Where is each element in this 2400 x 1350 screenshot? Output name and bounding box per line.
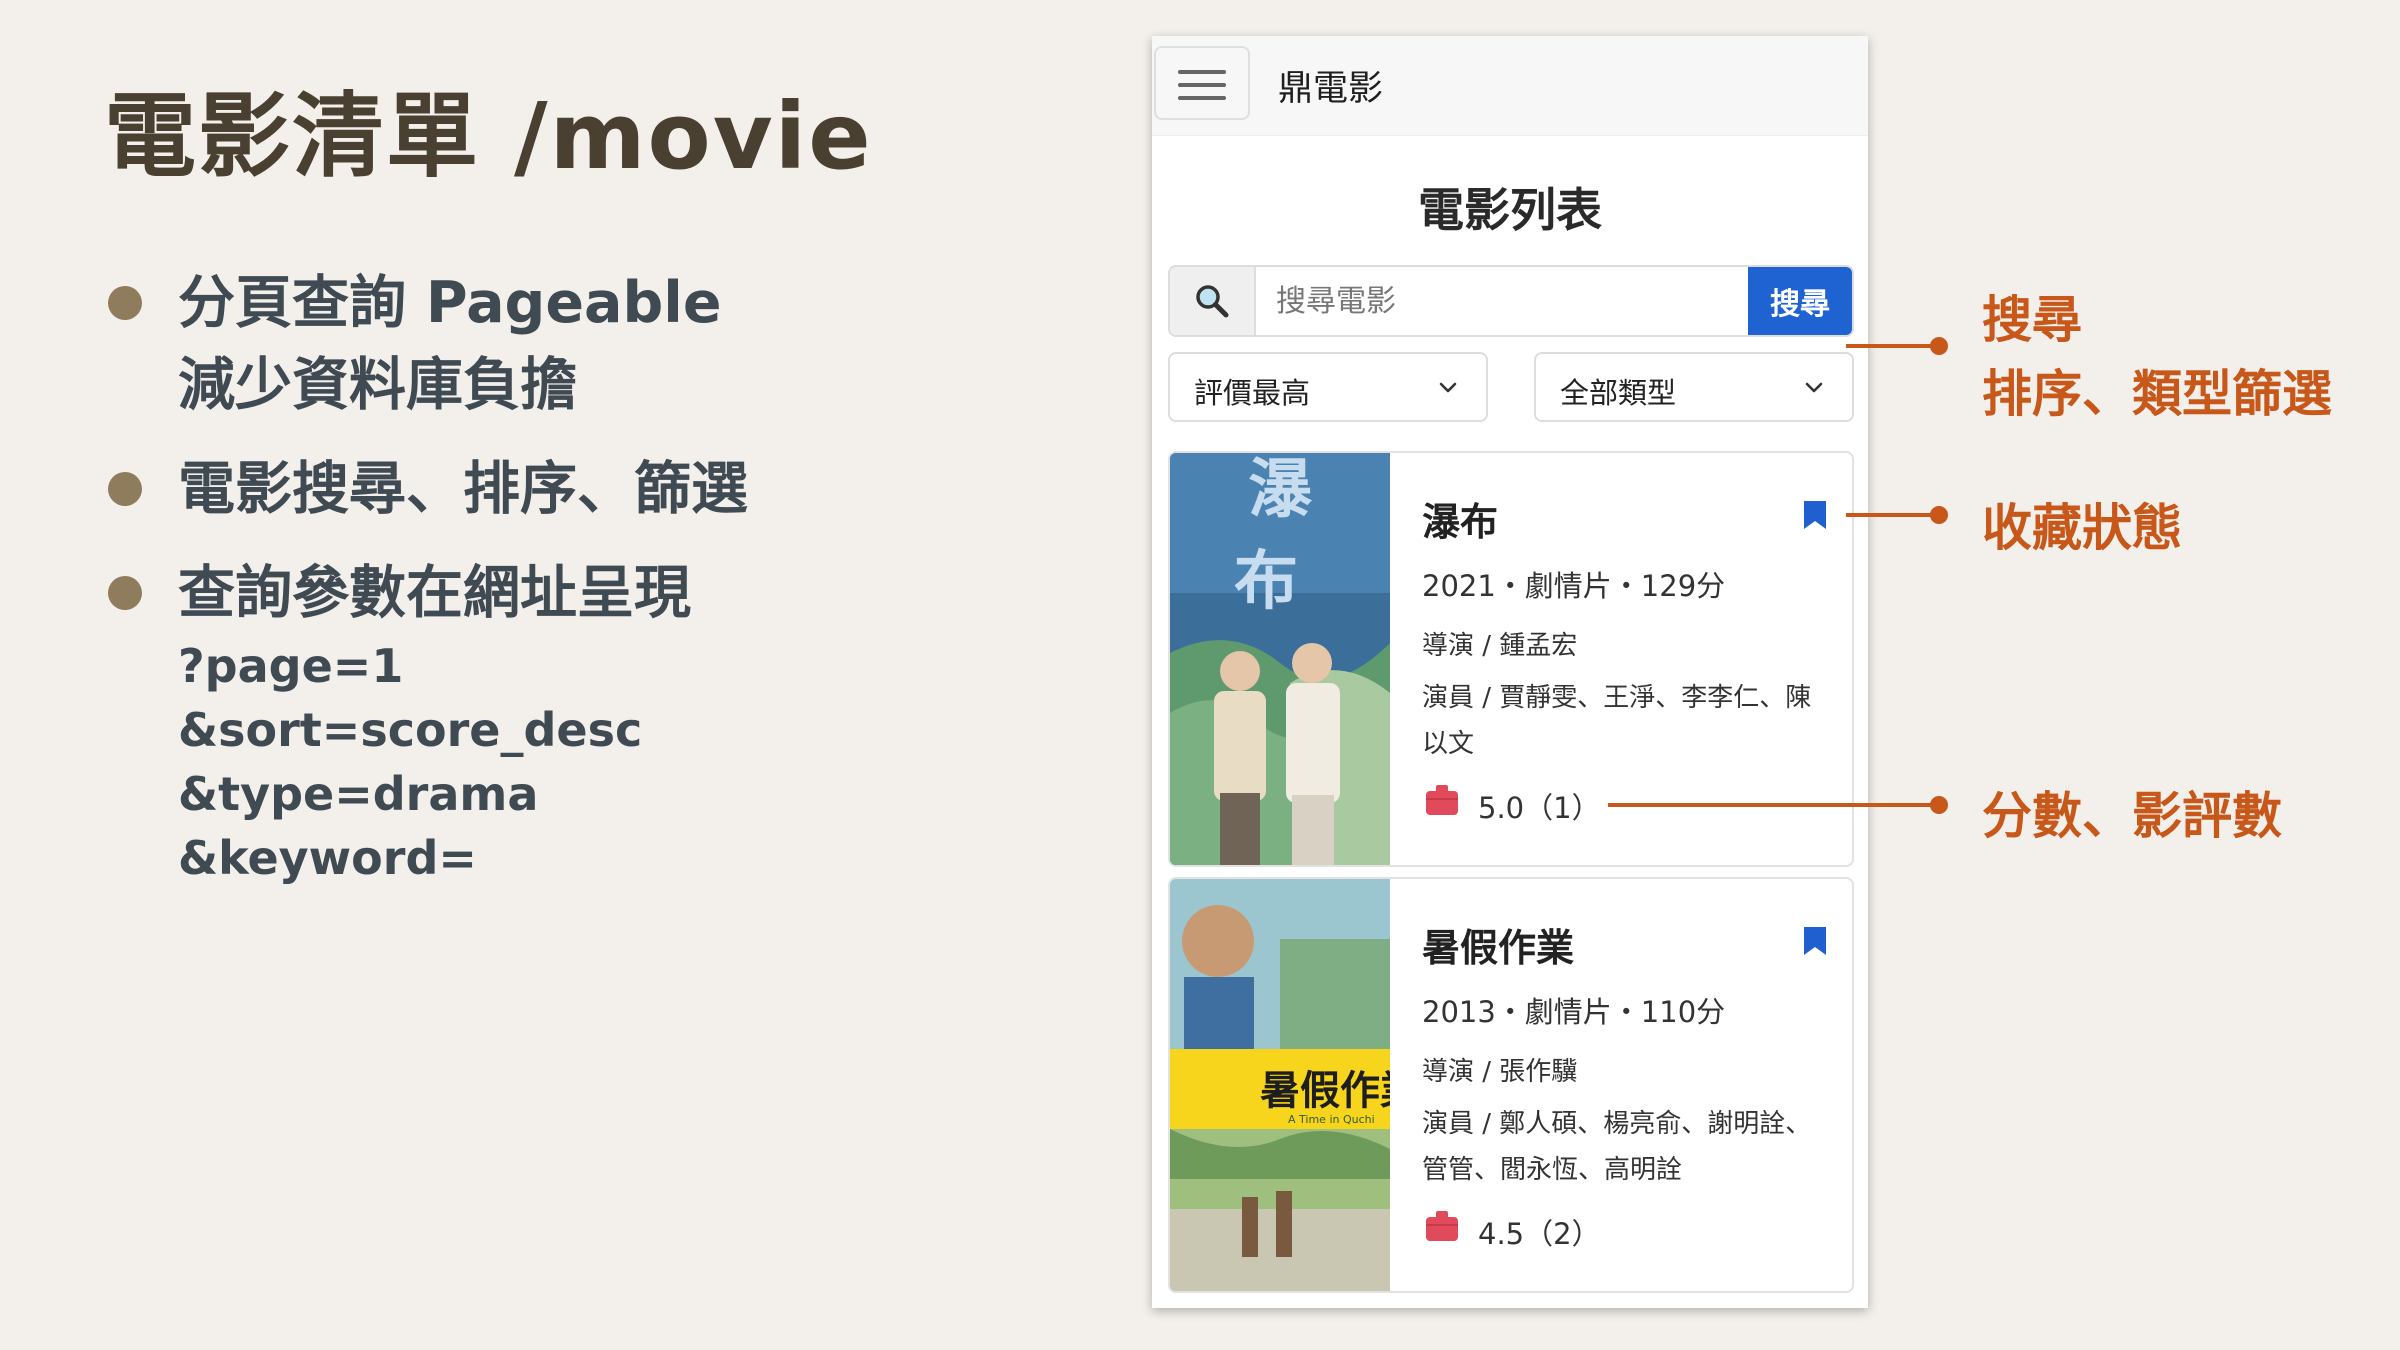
page-heading: 電影列表 — [1418, 183, 1602, 237]
search-input[interactable] — [1258, 267, 1748, 335]
annotation-bookmark: 收藏狀態 — [1982, 499, 2182, 557]
bookmark-icon[interactable] — [1802, 499, 1828, 531]
popcorn-icon — [1426, 1211, 1458, 1241]
poster-subtitle: A Time in Quchi — [1288, 1113, 1375, 1126]
chevron-down-icon — [1805, 382, 1823, 393]
annotation-search: 搜尋 — [1982, 291, 2082, 349]
movie-title[interactable]: 瀑布 — [1422, 491, 1498, 546]
annotation-line-rating — [1608, 803, 1942, 807]
movie-cast: 演員 / 賈靜雯、王淨、李李仁、陳以文 — [1422, 683, 1812, 759]
phone-screenshot: 鼎電影 電影列表 搜尋 評價最高 全部類型 — [1152, 36, 1868, 1308]
poster-title-char: 布 — [1234, 544, 1298, 619]
search-bar: 搜尋 — [1168, 265, 1854, 337]
bullet-dot — [108, 286, 142, 320]
type-select-value: 全部類型 — [1560, 376, 1677, 410]
url-param-type: &type=drama — [178, 767, 539, 821]
url-param-sort: &sort=score_desc — [178, 703, 643, 757]
movie-cast: 演員 / 鄭人碩、楊亮俞、謝明詮、管管、閻永恆、高明詮 — [1422, 1109, 1812, 1185]
poster-title: 暑假作業 — [1260, 1067, 1390, 1114]
movie-director: 導演 / 張作驥 — [1422, 1057, 1578, 1087]
navbar: 鼎電影 — [1152, 36, 1868, 136]
annotation-dot — [1930, 337, 1948, 355]
slide-title: 電影清單 /movie — [104, 83, 873, 190]
bullet-line: 減少資料庫負擔 — [178, 352, 577, 418]
sort-select-value: 評價最高 — [1194, 376, 1311, 410]
movie-director: 導演 / 鍾孟宏 — [1422, 631, 1578, 661]
poster-title-char: 瀑 — [1248, 453, 1313, 527]
search-icon — [1170, 267, 1256, 335]
movie-title[interactable]: 暑假作業 — [1422, 917, 1574, 972]
url-param-page: ?page=1 — [178, 639, 404, 693]
hamburger-icon[interactable] — [1154, 46, 1250, 120]
bookmark-icon[interactable] — [1802, 925, 1828, 957]
annotation-line-bookmark — [1846, 513, 1942, 517]
bullet-search-sort-filter: 電影搜尋、排序、篩選 — [104, 448, 1004, 530]
annotation-dot — [1930, 506, 1948, 524]
popcorn-icon — [1426, 785, 1458, 815]
bullet-list: 分頁查詢 Pageable 減少資料庫負擔 電影搜尋、排序、篩選 查詢參數在網址… — [104, 262, 1004, 890]
movie-card[interactable]: 暑假作業 A Time in Quchi 暑假作業 2013・劇情片・110分 … — [1168, 877, 1854, 1293]
bullet-line: 電影搜尋、排序、篩選 — [178, 456, 748, 522]
bullet-pagination: 分頁查詢 Pageable 減少資料庫負擔 — [104, 262, 1004, 426]
movie-meta: 2021・劇情片・129分 — [1422, 569, 1726, 603]
bullet-url-params: 查詢參數在網址呈現 ?page=1 &sort=score_desc &type… — [104, 552, 1004, 890]
movie-poster[interactable]: 暑假作業 A Time in Quchi — [1170, 879, 1390, 1291]
annotation-rating: 分數、影評數 — [1982, 787, 2282, 845]
annotation-line-search — [1846, 344, 1942, 348]
bullet-dot — [108, 472, 142, 506]
annotation-dot — [1930, 796, 1948, 814]
brand-name[interactable]: 鼎電影 — [1278, 60, 1383, 111]
bullet-line: 分頁查詢 Pageable — [178, 270, 722, 336]
movie-meta: 2013・劇情片・110分 — [1422, 995, 1726, 1029]
movie-poster[interactable]: 瀑 布 — [1170, 453, 1390, 865]
sort-select[interactable]: 評價最高 — [1168, 352, 1488, 422]
bullet-line: 查詢參數在網址呈現 — [178, 560, 691, 626]
type-select[interactable]: 全部類型 — [1534, 352, 1854, 422]
url-param-keyword: &keyword= — [178, 831, 477, 885]
rating-value: 5.0（1） — [1478, 791, 1601, 825]
search-button[interactable]: 搜尋 — [1748, 267, 1852, 335]
annotation-sort-filter: 排序、類型篩選 — [1982, 365, 2332, 423]
bullet-dot — [108, 576, 142, 610]
rating-value: 4.5（2） — [1478, 1217, 1601, 1251]
chevron-down-icon — [1439, 382, 1457, 393]
